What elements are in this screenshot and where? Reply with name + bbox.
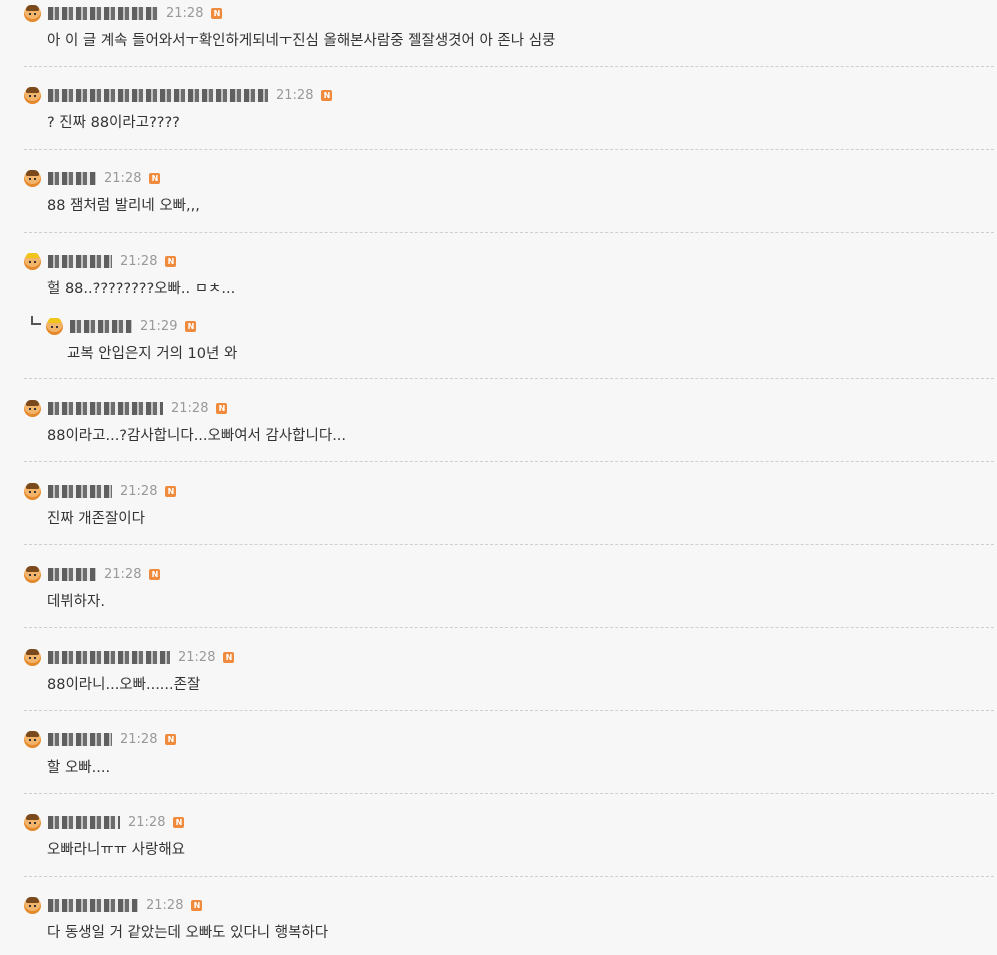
new-badge-icon: N xyxy=(165,733,177,745)
author-nickname-blurred[interactable] xyxy=(48,650,170,664)
comment-header: 21:28 N xyxy=(24,169,161,187)
boy-avatar-icon[interactable] xyxy=(24,86,41,104)
reply-header: 21:29 N xyxy=(46,317,197,335)
comment-text: 할 오빠.... xyxy=(47,760,111,776)
new-badge-icon: N xyxy=(149,172,161,184)
comment-time: 21:28 xyxy=(276,87,314,103)
comment-header: 21:28 N xyxy=(24,252,177,270)
author-nickname-blurred[interactable] xyxy=(48,401,163,415)
author-nickname-blurred[interactable] xyxy=(48,898,138,912)
comment-header: 21:28 N xyxy=(24,86,333,104)
comment-text: 오빠라니ㅠㅠ 사랑해요 xyxy=(47,842,186,858)
author-nickname-blurred[interactable] xyxy=(48,815,120,829)
boy-avatar-icon[interactable] xyxy=(24,730,41,748)
comment-time: 21:28 xyxy=(128,814,166,830)
boy-avatar-icon[interactable] xyxy=(24,648,41,666)
new-badge-icon: N xyxy=(321,89,333,101)
reply-text: 교복 안입은지 거의 10년 와 xyxy=(67,346,238,362)
gold-avatar-icon[interactable] xyxy=(24,252,41,270)
comment-header: 21:28 N xyxy=(24,399,228,417)
comment-time: 21:28 xyxy=(120,731,158,747)
comment-text: 데뷔하자. xyxy=(47,594,105,610)
comment-header: 21:28 N xyxy=(24,565,161,583)
reply-arrow-icon xyxy=(31,316,41,325)
new-badge-icon: N xyxy=(173,816,185,828)
comment-divider xyxy=(24,544,994,545)
new-badge-icon: N xyxy=(223,651,235,663)
author-nickname-blurred[interactable] xyxy=(48,484,112,498)
comment-text: 아 이 글 계속 들어와서ㅜ확인하게되네ㅜ진심 올해본사람중 젤잘생겻어 아 존… xyxy=(47,33,556,49)
comment-header: 21:28 N xyxy=(24,730,177,748)
boy-avatar-icon[interactable] xyxy=(24,565,41,583)
comment-header: 21:28 N xyxy=(24,813,185,831)
comment-divider xyxy=(24,876,994,877)
new-badge-icon: N xyxy=(165,255,177,267)
author-nickname-blurred[interactable] xyxy=(70,319,132,333)
new-badge-icon: N xyxy=(211,7,223,19)
comment-text: 헐 88..????????오빠.. ㅁㅊ... xyxy=(47,281,236,297)
comment-divider xyxy=(24,793,994,794)
comment-text: 88 잼처럼 발리네 오빠,,, xyxy=(47,198,200,214)
boy-avatar-icon[interactable] xyxy=(24,482,41,500)
author-nickname-blurred[interactable] xyxy=(48,88,268,102)
new-badge-icon: N xyxy=(216,402,228,414)
comment-header: 21:28 N xyxy=(24,4,223,22)
boy-avatar-icon[interactable] xyxy=(24,896,41,914)
reply-time: 21:29 xyxy=(140,318,178,334)
boy-avatar-icon[interactable] xyxy=(24,399,41,417)
author-nickname-blurred[interactable] xyxy=(48,567,96,581)
author-nickname-blurred[interactable] xyxy=(48,732,112,746)
comment-time: 21:28 xyxy=(120,483,158,499)
new-badge-icon: N xyxy=(185,320,197,332)
comment-divider xyxy=(24,149,994,150)
boy-avatar-icon[interactable] xyxy=(24,813,41,831)
comment-divider xyxy=(24,627,994,628)
comment-header: 21:28 N xyxy=(24,648,235,666)
boy-avatar-icon[interactable] xyxy=(24,4,41,22)
new-badge-icon: N xyxy=(165,485,177,497)
comment-text: 88이라니...오빠......존잘 xyxy=(47,677,201,693)
comment-divider xyxy=(24,232,994,233)
comment-text: 진짜 개존잘이다 xyxy=(47,511,145,527)
comment-text: 다 동생일 거 같았는데 오빠도 있다니 행복하다 xyxy=(47,925,329,941)
author-nickname-blurred[interactable] xyxy=(48,254,112,268)
comment-divider xyxy=(24,378,994,379)
comment-divider xyxy=(24,710,994,711)
comment-divider xyxy=(24,461,994,462)
comment-header: 21:28 N xyxy=(24,482,177,500)
comment-text: 88이라고...?감사합니다...오빠여서 감사합니다... xyxy=(47,428,347,444)
comment-header: 21:28 N xyxy=(24,896,203,914)
comment-time: 21:28 xyxy=(171,400,209,416)
comment-divider xyxy=(24,66,994,67)
new-badge-icon: N xyxy=(149,568,161,580)
comment-time: 21:28 xyxy=(166,5,204,21)
comment-time: 21:28 xyxy=(120,253,158,269)
comment-time: 21:28 xyxy=(178,649,216,665)
new-badge-icon: N xyxy=(191,899,203,911)
author-nickname-blurred[interactable] xyxy=(48,171,96,185)
comment-time: 21:28 xyxy=(104,566,142,582)
comment-text: ? 진짜 88이라고???? xyxy=(47,115,180,131)
gold-avatar-icon[interactable] xyxy=(46,317,63,335)
boy-avatar-icon[interactable] xyxy=(24,169,41,187)
comment-time: 21:28 xyxy=(146,897,184,913)
author-nickname-blurred[interactable] xyxy=(48,6,158,20)
comment-time: 21:28 xyxy=(104,170,142,186)
